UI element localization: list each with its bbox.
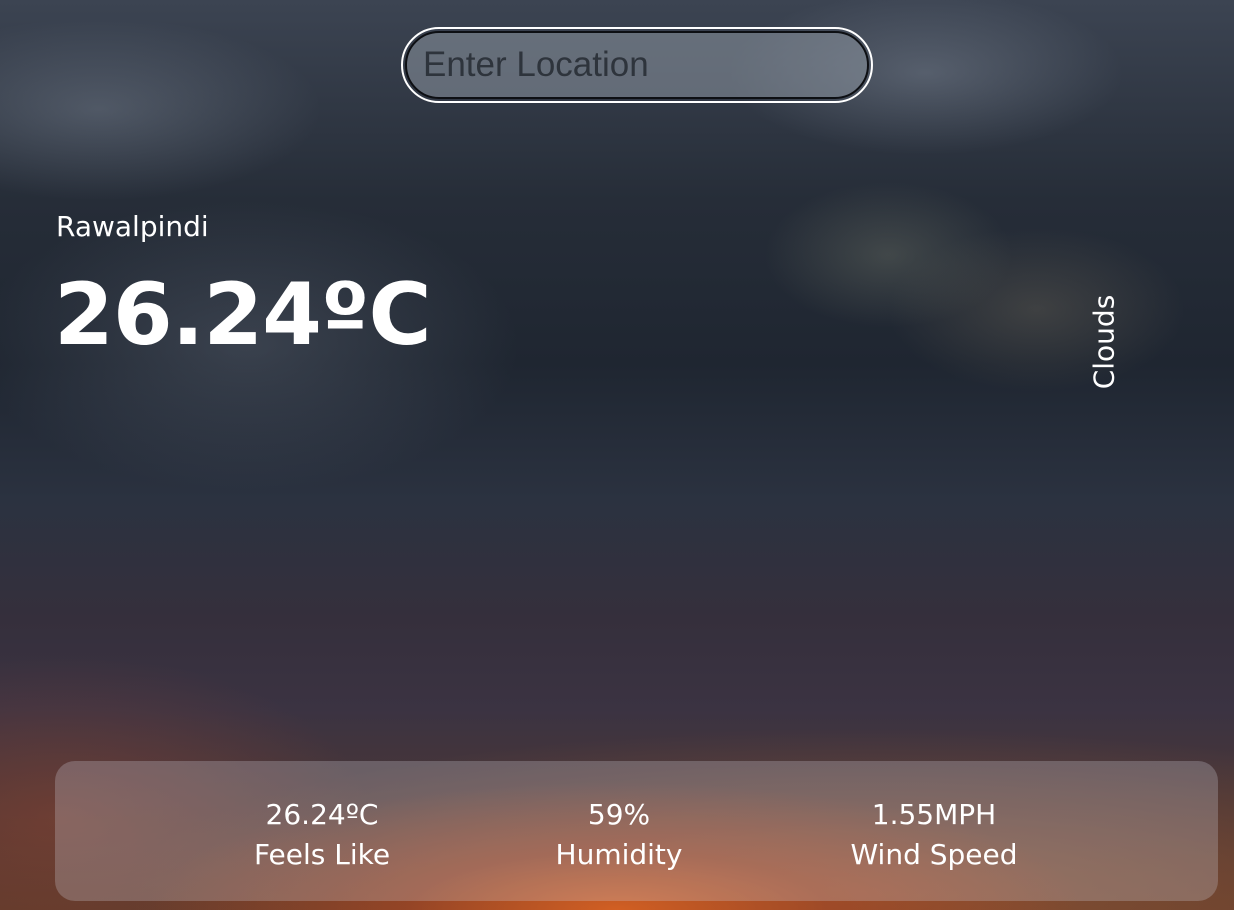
current-temperature: 26.24ºC — [54, 265, 432, 365]
location-search-input[interactable] — [405, 31, 869, 99]
city-name: Rawalpindi — [56, 210, 209, 243]
feels-like-label: Feels Like — [253, 838, 391, 871]
wind-speed-stat: 1.55MPH Wind Speed — [850, 795, 1017, 875]
humidity-label: Humidity — [555, 838, 683, 871]
humidity-value: 59% — [587, 798, 651, 831]
search-box — [401, 27, 873, 103]
weather-condition: Clouds — [1087, 294, 1121, 390]
wind-speed-value: 1.55MPH — [871, 798, 997, 831]
wind-speed-label: Wind Speed — [850, 838, 1018, 871]
feels-like-value: 26.24ºC — [265, 798, 379, 831]
weather-details-panel: 26.24ºC Feels Like 59% Humidity 1.55MPH … — [55, 761, 1218, 901]
humidity-stat: 59% Humidity — [556, 795, 683, 875]
feels-like-stat: 26.24ºC Feels Like — [254, 795, 390, 875]
